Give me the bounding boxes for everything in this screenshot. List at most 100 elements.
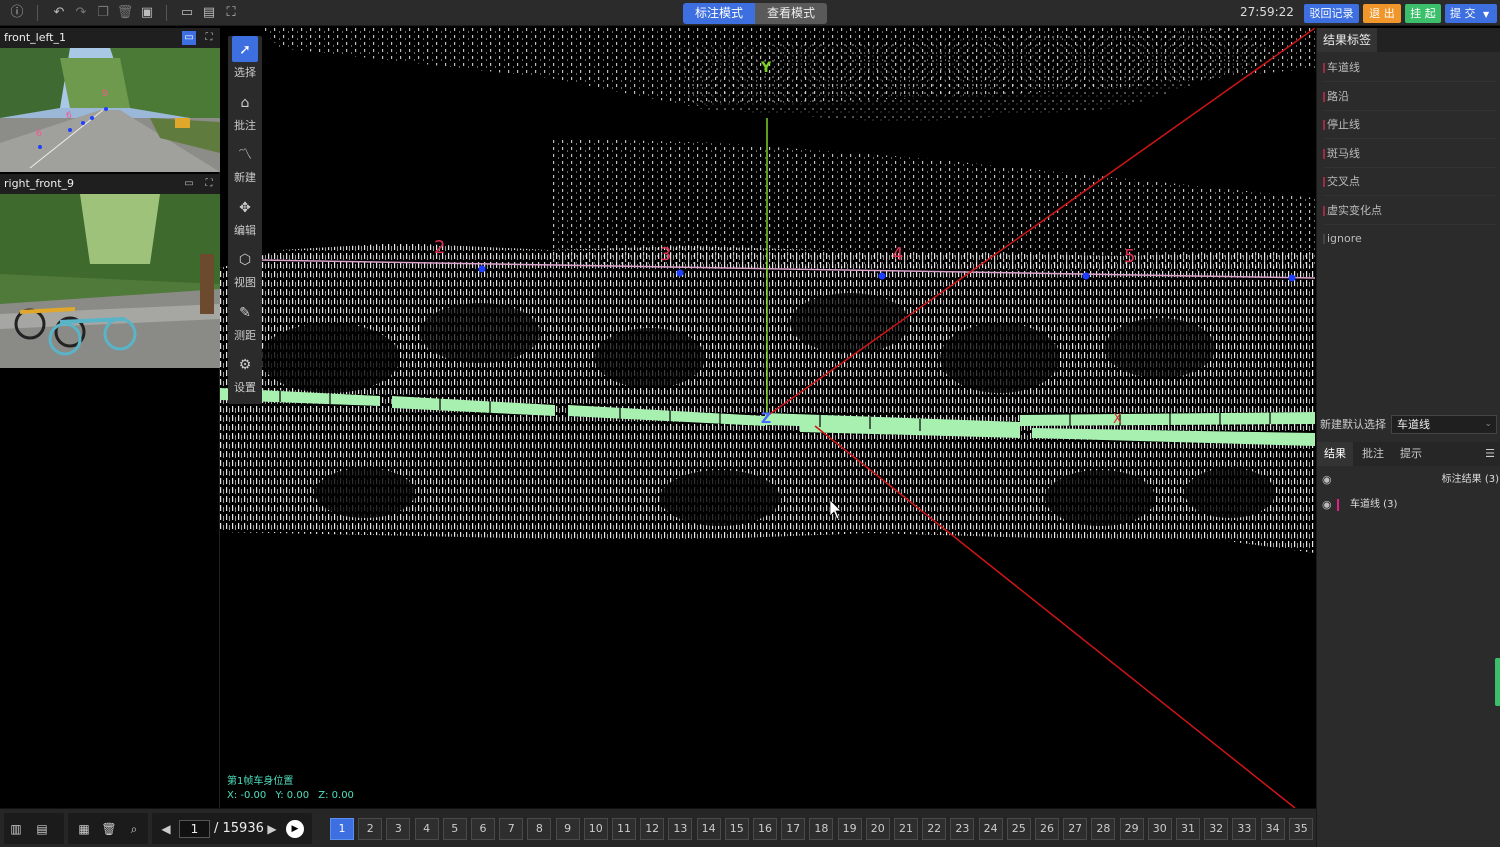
frame-button[interactable]: 16: [753, 818, 777, 840]
camera-toggle-icon[interactable]: ▭: [182, 31, 196, 45]
point-cloud-viewport[interactable]: 2 3 4 5 Y Z X: [220, 28, 1315, 808]
tool-select[interactable]: ➚ 选择: [228, 36, 262, 89]
expand-icon[interactable]: ⛶: [202, 31, 216, 45]
frame-button[interactable]: 20: [865, 818, 890, 840]
trash-icon[interactable]: 🗑: [100, 820, 118, 838]
prev-page-icon[interactable]: ◀: [157, 820, 175, 838]
frame-button[interactable]: 18: [809, 818, 834, 840]
label-item-stopline[interactable]: 停止线: [1323, 111, 1497, 139]
frame-button[interactable]: 35: [1288, 818, 1313, 840]
view-mode-button[interactable]: 查看模式: [755, 3, 828, 24]
frame-button[interactable]: 24: [978, 818, 1003, 840]
frame-button[interactable]: 19: [837, 818, 862, 840]
frame-button[interactable]: 32: [1204, 818, 1229, 840]
result-tree-child[interactable]: ◉ 车道线 (3): [1317, 493, 1500, 517]
frame-button[interactable]: 31: [1176, 818, 1200, 840]
frame-button[interactable]: 30: [1147, 818, 1172, 840]
frame-button[interactable]: 29: [1119, 818, 1144, 840]
redo-icon[interactable]: ↷: [72, 4, 90, 22]
tool-label: 设置: [234, 381, 256, 394]
tool-settings[interactable]: ⚙ 设置: [228, 351, 262, 404]
camera-image-front-left[interactable]: 6 6 9: [0, 48, 220, 172]
eye-icon[interactable]: ◉: [1322, 468, 1332, 492]
frame-button[interactable]: 6: [471, 818, 495, 840]
frame-button[interactable]: 4: [414, 818, 439, 840]
label-item-intersection[interactable]: 交叉点: [1323, 168, 1497, 196]
frame-button[interactable]: 26: [1035, 818, 1059, 840]
frame-button[interactable]: 1: [330, 818, 354, 840]
bar-chart-icon[interactable]: ▥: [7, 820, 25, 838]
tool-edit[interactable]: ✥ 编辑: [228, 194, 262, 247]
suspend-button[interactable]: 挂 起: [1405, 4, 1441, 23]
point-cloud-canvas[interactable]: 2 3 4 5 Y Z X: [220, 28, 1315, 808]
frame-button[interactable]: 7: [499, 818, 524, 840]
fullscreen-icon[interactable]: ⛶: [222, 4, 240, 22]
frame-button[interactable]: 13: [668, 818, 693, 840]
camera-toggle-icon[interactable]: ▭: [182, 177, 196, 191]
frame-button[interactable]: 12: [640, 818, 665, 840]
submit-button[interactable]: 提 交 ▼: [1445, 4, 1497, 23]
lane-control-point[interactable]: [1288, 274, 1296, 282]
histogram-icon[interactable]: ▤: [33, 820, 51, 838]
eye-icon[interactable]: ◉: [1322, 493, 1332, 517]
reject-record-button[interactable]: 驳回记录: [1304, 4, 1359, 23]
frame-button[interactable]: 22: [922, 818, 947, 840]
frame-button[interactable]: 3: [386, 818, 411, 840]
frame-button[interactable]: 2: [358, 818, 383, 840]
expand-icon[interactable]: ⛶: [202, 177, 216, 191]
menu-icon[interactable]: ☰: [1481, 442, 1499, 466]
tab-result-labels[interactable]: 结果标签: [1317, 28, 1377, 52]
tool-measure[interactable]: ✎ 测距: [228, 299, 262, 352]
lane-control-point[interactable]: [878, 272, 886, 280]
grid-icon[interactable]: ▦: [75, 820, 93, 838]
camera-image-right-front[interactable]: [0, 194, 220, 368]
save-icon[interactable]: ▣: [138, 4, 156, 22]
tab-annotations[interactable]: 批注: [1355, 442, 1391, 466]
page-number-input[interactable]: 1: [179, 820, 210, 838]
screen-icon[interactable]: ▭: [178, 4, 196, 22]
tab-hints[interactable]: 提示: [1393, 442, 1429, 466]
frame-button[interactable]: 8: [527, 818, 552, 840]
frame-button[interactable]: 28: [1091, 818, 1116, 840]
tab-results[interactable]: 结果: [1317, 442, 1353, 466]
frame-button[interactable]: 23: [950, 818, 975, 840]
label-item-dash-solid-change[interactable]: 虚实变化点: [1323, 197, 1497, 225]
annotate-mode-button[interactable]: 标注模式: [683, 3, 756, 24]
tool-annotate[interactable]: ⌂ 批注: [228, 89, 262, 142]
tool-view[interactable]: ⬡ 视图: [228, 246, 262, 299]
result-tree-root[interactable]: ◉ 标注结果 (3): [1317, 468, 1500, 492]
label-item-ignore[interactable]: ignore: [1323, 225, 1497, 253]
label-item-curb[interactable]: 路沿: [1323, 83, 1497, 111]
frame-button[interactable]: 21: [894, 818, 918, 840]
undo-icon[interactable]: ↶: [50, 4, 68, 22]
info-icon[interactable]: ⓘ: [8, 4, 26, 22]
frame-button[interactable]: 15: [724, 818, 749, 840]
play-icon[interactable]: ▶: [286, 820, 304, 838]
tool-create[interactable]: 〽 新建: [228, 141, 262, 194]
next-page-icon[interactable]: ▶: [263, 820, 281, 838]
frame-button[interactable]: 34: [1260, 818, 1285, 840]
frame-button[interactable]: 9: [555, 818, 580, 840]
lane-control-point[interactable]: [1082, 272, 1090, 280]
default-label-select[interactable]: 车道线 ⌄: [1391, 415, 1497, 434]
copy-icon[interactable]: ❐: [94, 4, 112, 22]
frame-button[interactable]: 17: [781, 818, 806, 840]
label-item-crosswalk[interactable]: 斑马线: [1323, 140, 1497, 168]
frame-button[interactable]: 14: [696, 818, 721, 840]
document-icon[interactable]: ▤: [200, 4, 218, 22]
panel-resize-handle[interactable]: [1495, 658, 1500, 706]
lane-control-point[interactable]: [478, 265, 486, 273]
frame-button[interactable]: 33: [1232, 818, 1257, 840]
zoom-list-icon[interactable]: ⌕: [125, 820, 143, 838]
label-item-lane[interactable]: 车道线: [1323, 54, 1497, 82]
far-point-band: [260, 28, 1315, 123]
lane-control-point[interactable]: [676, 269, 684, 277]
frame-button[interactable]: 25: [1006, 818, 1031, 840]
frame-button[interactable]: 27: [1063, 818, 1088, 840]
frame-button[interactable]: 5: [442, 818, 467, 840]
frame-button[interactable]: 11: [612, 818, 636, 840]
frame-button[interactable]: 10: [583, 818, 608, 840]
tool-column: ➚ 选择 ⌂ 批注 〽 新建 ✥ 编辑 ⬡ 视图 ✎ 测距 ⚙ 设置: [228, 36, 262, 404]
exit-button[interactable]: 退 出: [1363, 4, 1401, 23]
delete-icon[interactable]: 🗑: [116, 4, 134, 22]
